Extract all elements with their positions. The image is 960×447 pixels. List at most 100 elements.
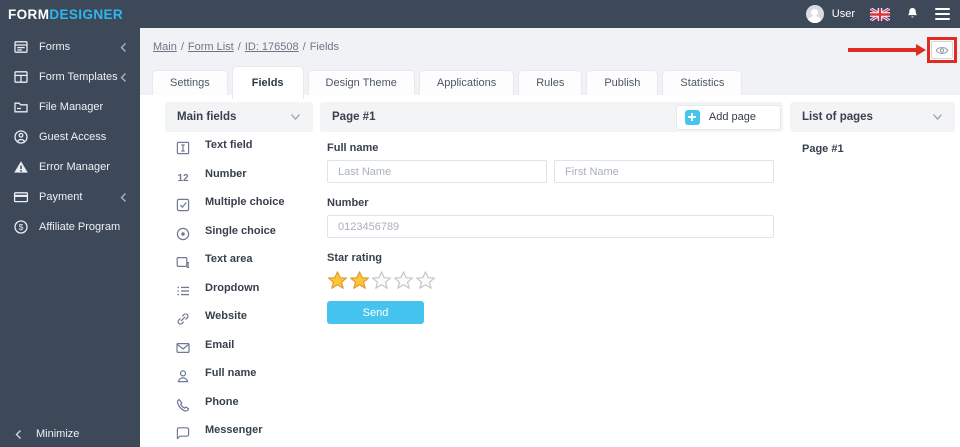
list-of-pages-panel: List of pages Page #1 bbox=[790, 102, 955, 166]
field-type-full-name[interactable]: Full name bbox=[165, 362, 313, 391]
tab-bar: Settings Fields Design Theme Application… bbox=[152, 66, 743, 99]
top-header: FORMDESIGNER User bbox=[0, 0, 960, 28]
field-type-email[interactable]: Email bbox=[165, 334, 313, 363]
chevron-left-icon bbox=[120, 42, 126, 52]
number-input[interactable] bbox=[327, 215, 774, 238]
add-page-button[interactable]: Add page bbox=[675, 104, 781, 130]
breadcrumb: Main / Form List / ID: 176508/Fields bbox=[153, 41, 340, 53]
field-type-messenger[interactable]: Messenger bbox=[165, 419, 313, 447]
field-type-text-field[interactable]: Text field bbox=[165, 134, 313, 163]
star-icon[interactable] bbox=[371, 270, 392, 291]
field-type-single-choice[interactable]: Single choice bbox=[165, 220, 313, 249]
main-area: Main / Form List / ID: 176508/Fields Setting… bbox=[140, 28, 960, 447]
tab-applications[interactable]: Applications bbox=[418, 70, 515, 95]
star-icon[interactable] bbox=[415, 270, 436, 291]
plus-icon bbox=[684, 109, 700, 125]
field-type-dropdown[interactable]: Dropdown bbox=[165, 277, 313, 306]
full-name-label: Full name bbox=[327, 142, 379, 154]
phone-icon bbox=[176, 398, 190, 412]
full-name-icon bbox=[177, 370, 189, 383]
star-icon[interactable] bbox=[349, 270, 370, 291]
chevron-left-icon bbox=[120, 192, 126, 202]
star-icon[interactable] bbox=[393, 270, 414, 291]
annotation-arrow-head bbox=[916, 43, 926, 56]
guest-access-icon bbox=[14, 130, 28, 144]
sidebar-item-forms[interactable]: Forms bbox=[0, 32, 140, 62]
payment-icon bbox=[13, 192, 29, 203]
user-avatar[interactable] bbox=[805, 5, 824, 23]
single-choice-icon bbox=[176, 227, 190, 240]
content-area: Main fields Text field 12 Number Multipl… bbox=[140, 95, 960, 447]
bell-icon[interactable] bbox=[905, 6, 920, 22]
main-fields-header[interactable]: Main fields bbox=[165, 102, 313, 132]
svg-text:$: $ bbox=[19, 222, 24, 232]
messenger-icon bbox=[176, 427, 190, 440]
sidebar-minimize-button[interactable]: Minimize bbox=[0, 421, 140, 447]
annotation-highlight-box bbox=[927, 37, 957, 63]
breadcrumb-form-list[interactable]: Form List bbox=[188, 41, 234, 53]
hamburger-icon[interactable] bbox=[935, 8, 950, 20]
sidebar: Forms Form Templates File Manager Guest … bbox=[0, 28, 140, 447]
sidebar-item-affiliate-program[interactable]: $ Affiliate Program bbox=[0, 212, 140, 242]
website-icon bbox=[177, 313, 189, 325]
sidebar-item-error-manager[interactable]: Error Manager bbox=[0, 152, 140, 182]
sidebar-item-payment[interactable]: Payment bbox=[0, 182, 140, 212]
tab-fields[interactable]: Fields bbox=[231, 66, 304, 99]
list-of-pages-header[interactable]: List of pages bbox=[790, 102, 955, 132]
breadcrumb-current: Fields bbox=[309, 41, 340, 53]
form-preview: Full name Number Star rating bbox=[320, 132, 783, 324]
star-rating bbox=[327, 270, 774, 291]
star-icon[interactable] bbox=[327, 270, 348, 291]
star-rating-label: Star rating bbox=[327, 252, 383, 264]
eye-icon bbox=[935, 46, 949, 54]
field-type-multiple-choice[interactable]: Multiple choice bbox=[165, 191, 313, 220]
field-type-list: Text field 12 Number Multiple choice Sin… bbox=[165, 134, 313, 447]
formdesigner-app: FORMDESIGNER User Forms Form Templates F… bbox=[0, 0, 960, 447]
email-icon bbox=[176, 342, 190, 353]
logo-part-designer: DESIGNER bbox=[49, 6, 124, 22]
tab-publish[interactable]: Publish bbox=[586, 70, 659, 95]
tab-design-theme[interactable]: Design Theme bbox=[307, 70, 415, 95]
file-manager-icon bbox=[14, 102, 28, 113]
chevron-left-icon bbox=[120, 72, 126, 82]
text-area-icon bbox=[176, 257, 190, 269]
field-type-number[interactable]: 12 Number bbox=[165, 163, 313, 192]
page-panel-header: Page #1 Add page bbox=[320, 102, 783, 132]
user-menu[interactable]: User bbox=[832, 8, 855, 20]
page-panel: Page #1 Add page Full name Number bbox=[320, 102, 783, 324]
app-logo: FORMDESIGNER bbox=[8, 7, 123, 22]
number-label: Number bbox=[327, 197, 369, 209]
field-type-phone[interactable]: Phone bbox=[165, 391, 313, 420]
forms-icon bbox=[14, 41, 28, 53]
page-list-item[interactable]: Page #1 bbox=[802, 143, 943, 155]
dropdown-icon bbox=[177, 286, 189, 296]
svg-text:12: 12 bbox=[177, 173, 189, 184]
tab-rules[interactable]: Rules bbox=[518, 70, 583, 95]
send-button[interactable]: Send bbox=[327, 301, 424, 324]
field-type-website[interactable]: Website bbox=[165, 305, 313, 334]
chevron-down-icon bbox=[933, 114, 942, 120]
chevron-left-icon bbox=[15, 429, 21, 439]
sidebar-item-form-templates[interactable]: Form Templates bbox=[0, 62, 140, 92]
last-name-input[interactable] bbox=[327, 160, 547, 183]
preview-eye-button[interactable] bbox=[931, 41, 953, 59]
tab-statistics[interactable]: Statistics bbox=[662, 70, 743, 95]
sidebar-item-file-manager[interactable]: File Manager bbox=[0, 92, 140, 122]
text-field-icon bbox=[176, 142, 190, 155]
sidebar-item-guest-access[interactable]: Guest Access bbox=[0, 122, 140, 152]
number-icon: 12 bbox=[177, 173, 189, 184]
breadcrumb-main[interactable]: Main bbox=[153, 41, 177, 53]
breadcrumb-form-id[interactable]: ID: 176508 bbox=[245, 41, 299, 53]
language-flag-icon[interactable] bbox=[870, 7, 890, 21]
affiliate-program-icon: $ bbox=[14, 220, 28, 234]
page-title: Page #1 bbox=[332, 111, 376, 123]
annotation-arrow bbox=[848, 48, 918, 52]
chevron-down-icon bbox=[291, 114, 300, 120]
main-fields-panel: Main fields Text field 12 Number Multipl… bbox=[165, 102, 313, 447]
first-name-input[interactable] bbox=[554, 160, 774, 183]
field-type-text-area[interactable]: Text area bbox=[165, 248, 313, 277]
error-manager-icon bbox=[14, 161, 28, 173]
logo-part-form: FORM bbox=[8, 6, 50, 22]
tab-settings[interactable]: Settings bbox=[152, 70, 228, 95]
form-templates-icon bbox=[14, 71, 28, 83]
